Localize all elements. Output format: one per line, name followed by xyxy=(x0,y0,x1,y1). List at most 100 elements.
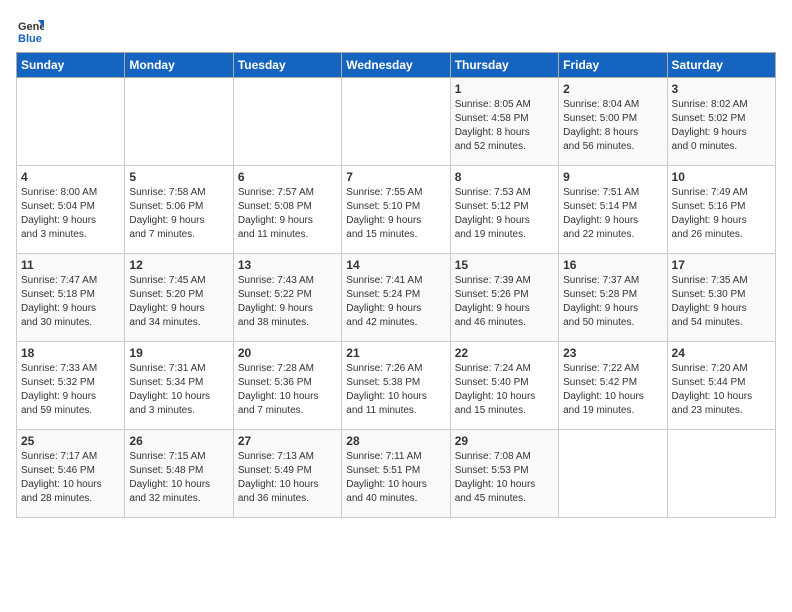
day-info: Sunrise: 8:00 AM Sunset: 5:04 PM Dayligh… xyxy=(21,186,120,242)
calendar-cell: 10Sunrise: 7:49 AM Sunset: 5:16 PM Dayli… xyxy=(667,166,775,254)
calendar-cell xyxy=(342,78,450,166)
day-number: 13 xyxy=(238,258,337,272)
calendar-cell: 26 Sunrise: 7:15 AM Sunset: 5:48 PM Dayli… xyxy=(125,430,233,518)
calendar-cell: 2Sunrise: 8:04 AM Sunset: 5:00 PM Daylig… xyxy=(559,78,667,166)
svg-text:General: General xyxy=(18,21,44,33)
day-number: 4 xyxy=(21,170,120,184)
day-info: Sunrise: 8:05 AM Sunset: 4:58 PM Dayligh… xyxy=(455,98,554,154)
day-number: 23 xyxy=(563,346,662,360)
day-info: Sunrise: 7:26 AM Sunset: 5:38 PM Dayligh… xyxy=(346,362,445,418)
day-number: 1 xyxy=(455,82,554,96)
day-info: Sunrise: 7:37 AM Sunset: 5:28 PM Dayligh… xyxy=(563,274,662,330)
calendar-cell: 22Sunrise: 7:24 AM Sunset: 5:40 PM Dayli… xyxy=(450,342,558,430)
calendar-cell: 14 Sunrise: 7:41 AM Sunset: 5:24 PM Dayli… xyxy=(342,254,450,342)
day-number: 14 xyxy=(346,258,445,272)
calendar-week-3: 11 Sunrise: 7:47 AM Sunset: 5:18 PM Dayli… xyxy=(17,254,776,342)
day-number: 19 xyxy=(129,346,228,360)
day-number: 27 xyxy=(238,434,337,448)
calendar-cell: 25 Sunrise: 7:17 AM Sunset: 5:46 PM Dayli… xyxy=(17,430,125,518)
day-number: 7 xyxy=(346,170,445,184)
day-number: 21 xyxy=(346,346,445,360)
day-number: 26 xyxy=(129,434,228,448)
day-info: Sunrise: 7:41 AM Sunset: 5:24 PM Dayligh… xyxy=(346,274,445,330)
calendar-cell: 11 Sunrise: 7:47 AM Sunset: 5:18 PM Dayli… xyxy=(17,254,125,342)
calendar-cell: 18Sunrise: 7:33 AM Sunset: 5:32 PM Dayli… xyxy=(17,342,125,430)
calendar-cell: 13Sunrise: 7:43 AM Sunset: 5:22 PM Dayli… xyxy=(233,254,341,342)
day-number: 25 xyxy=(21,434,120,448)
calendar-cell: 3 Sunrise: 8:02 AM Sunset: 5:02 PM Daylig… xyxy=(667,78,775,166)
calendar-cell xyxy=(17,78,125,166)
day-number: 3 xyxy=(672,82,771,96)
day-info: Sunrise: 7:15 AM Sunset: 5:48 PM Dayligh… xyxy=(129,450,228,506)
day-info: Sunrise: 7:58 AM Sunset: 5:06 PM Dayligh… xyxy=(129,186,228,242)
calendar-week-4: 18Sunrise: 7:33 AM Sunset: 5:32 PM Dayli… xyxy=(17,342,776,430)
col-header-monday: Monday xyxy=(125,53,233,78)
day-number: 28 xyxy=(346,434,445,448)
day-number: 16 xyxy=(563,258,662,272)
day-number: 10 xyxy=(672,170,771,184)
col-header-tuesday: Tuesday xyxy=(233,53,341,78)
col-header-saturday: Saturday xyxy=(667,53,775,78)
calendar-cell: 15 Sunrise: 7:39 AM Sunset: 5:26 PM Dayli… xyxy=(450,254,558,342)
calendar-week-2: 4 Sunrise: 8:00 AM Sunset: 5:04 PM Daylig… xyxy=(17,166,776,254)
calendar-cell: 6 Sunrise: 7:57 AM Sunset: 5:08 PM Daylig… xyxy=(233,166,341,254)
day-number: 5 xyxy=(129,170,228,184)
day-info: Sunrise: 7:57 AM Sunset: 5:08 PM Dayligh… xyxy=(238,186,337,242)
calendar-week-1: 1 Sunrise: 8:05 AM Sunset: 4:58 PM Daylig… xyxy=(17,78,776,166)
day-number: 9 xyxy=(563,170,662,184)
day-number: 12 xyxy=(129,258,228,272)
day-info: Sunrise: 7:53 AM Sunset: 5:12 PM Dayligh… xyxy=(455,186,554,242)
calendar-cell: 23 Sunrise: 7:22 AM Sunset: 5:42 PM Dayli… xyxy=(559,342,667,430)
calendar-cell xyxy=(559,430,667,518)
day-info: Sunrise: 7:24 AM Sunset: 5:40 PM Dayligh… xyxy=(455,362,554,418)
calendar-cell: 24 Sunrise: 7:20 AM Sunset: 5:44 PM Dayli… xyxy=(667,342,775,430)
col-header-thursday: Thursday xyxy=(450,53,558,78)
page-header: General Blue xyxy=(16,16,776,44)
col-header-sunday: Sunday xyxy=(17,53,125,78)
calendar-cell: 27 Sunrise: 7:13 AM Sunset: 5:49 PM Dayli… xyxy=(233,430,341,518)
day-info: Sunrise: 7:47 AM Sunset: 5:18 PM Dayligh… xyxy=(21,274,120,330)
calendar-cell xyxy=(125,78,233,166)
day-info: Sunrise: 7:17 AM Sunset: 5:46 PM Dayligh… xyxy=(21,450,120,506)
calendar-cell xyxy=(667,430,775,518)
day-info: Sunrise: 8:04 AM Sunset: 5:00 PM Dayligh… xyxy=(563,98,662,154)
day-number: 29 xyxy=(455,434,554,448)
calendar-cell: 20 Sunrise: 7:28 AM Sunset: 5:36 PM Dayli… xyxy=(233,342,341,430)
calendar-table: SundayMondayTuesdayWednesdayThursdayFrid… xyxy=(16,52,776,518)
day-info: Sunrise: 7:11 AM Sunset: 5:51 PM Dayligh… xyxy=(346,450,445,506)
calendar-cell: 1 Sunrise: 8:05 AM Sunset: 4:58 PM Daylig… xyxy=(450,78,558,166)
day-number: 6 xyxy=(238,170,337,184)
day-info: Sunrise: 7:13 AM Sunset: 5:49 PM Dayligh… xyxy=(238,450,337,506)
calendar-cell: 5 Sunrise: 7:58 AM Sunset: 5:06 PM Daylig… xyxy=(125,166,233,254)
svg-text:Blue: Blue xyxy=(18,33,42,44)
day-info: Sunrise: 8:02 AM Sunset: 5:02 PM Dayligh… xyxy=(672,98,771,154)
calendar-cell: 9 Sunrise: 7:51 AM Sunset: 5:14 PM Daylig… xyxy=(559,166,667,254)
day-info: Sunrise: 7:22 AM Sunset: 5:42 PM Dayligh… xyxy=(563,362,662,418)
calendar-cell: 7 Sunrise: 7:55 AM Sunset: 5:10 PM Daylig… xyxy=(342,166,450,254)
logo: General Blue xyxy=(16,16,44,44)
day-info: Sunrise: 7:28 AM Sunset: 5:36 PM Dayligh… xyxy=(238,362,337,418)
col-header-friday: Friday xyxy=(559,53,667,78)
calendar-cell: 16 Sunrise: 7:37 AM Sunset: 5:28 PM Dayli… xyxy=(559,254,667,342)
day-number: 15 xyxy=(455,258,554,272)
calendar-cell: 17Sunrise: 7:35 AM Sunset: 5:30 PM Dayli… xyxy=(667,254,775,342)
day-info: Sunrise: 7:35 AM Sunset: 5:30 PM Dayligh… xyxy=(672,274,771,330)
day-info: Sunrise: 7:39 AM Sunset: 5:26 PM Dayligh… xyxy=(455,274,554,330)
day-info: Sunrise: 7:55 AM Sunset: 5:10 PM Dayligh… xyxy=(346,186,445,242)
calendar-cell: 12 Sunrise: 7:45 AM Sunset: 5:20 PM Dayli… xyxy=(125,254,233,342)
col-header-wednesday: Wednesday xyxy=(342,53,450,78)
day-number: 20 xyxy=(238,346,337,360)
calendar-cell: 8Sunrise: 7:53 AM Sunset: 5:12 PM Daylig… xyxy=(450,166,558,254)
calendar-cell xyxy=(233,78,341,166)
day-number: 24 xyxy=(672,346,771,360)
calendar-week-5: 25 Sunrise: 7:17 AM Sunset: 5:46 PM Dayli… xyxy=(17,430,776,518)
day-info: Sunrise: 7:45 AM Sunset: 5:20 PM Dayligh… xyxy=(129,274,228,330)
calendar-cell: 21 Sunrise: 7:26 AM Sunset: 5:38 PM Dayli… xyxy=(342,342,450,430)
day-number: 11 xyxy=(21,258,120,272)
calendar-cell: 28 Sunrise: 7:11 AM Sunset: 5:51 PM Dayli… xyxy=(342,430,450,518)
logo-icon: General Blue xyxy=(16,16,44,44)
day-info: Sunrise: 7:51 AM Sunset: 5:14 PM Dayligh… xyxy=(563,186,662,242)
day-info: Sunrise: 7:08 AM Sunset: 5:53 PM Dayligh… xyxy=(455,450,554,506)
calendar-header-row: SundayMondayTuesdayWednesdayThursdayFrid… xyxy=(17,53,776,78)
day-info: Sunrise: 7:20 AM Sunset: 5:44 PM Dayligh… xyxy=(672,362,771,418)
